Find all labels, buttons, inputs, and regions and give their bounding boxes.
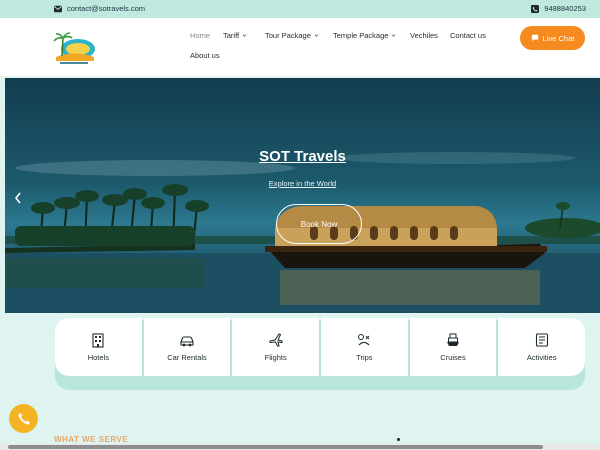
phone-contact[interactable]: 9488840253 — [531, 4, 586, 13]
chat-bubble-icon — [531, 34, 538, 42]
nav-item-tour-package[interactable]: Tour Package — [265, 31, 319, 40]
call-floating-button[interactable] — [9, 404, 38, 433]
chevron-down-icon — [242, 34, 247, 37]
chevron-down-icon — [314, 34, 319, 37]
sot-travels-logo[interactable] — [50, 28, 98, 66]
email-contact[interactable]: contact@sotravels.com — [54, 4, 145, 13]
trip-icon — [358, 334, 370, 346]
hero-title: SOT Travels — [259, 148, 346, 165]
hero-banner: SOT Travels Explore in the World Book No… — [5, 78, 600, 313]
nav-item-vechiles[interactable]: Vechiles — [410, 31, 438, 40]
car-icon — [180, 336, 194, 347]
services-bar: Hotels Car Rentals Flights Trips Cruises… — [55, 318, 586, 376]
navbar: Home Tariff Tour Package Temple Package … — [0, 18, 600, 76]
decorative-dot — [397, 438, 400, 441]
hero-backwater-image — [5, 152, 600, 313]
service-trips[interactable]: Trips — [321, 318, 408, 376]
email-text: contact@sotravels.com — [67, 4, 146, 13]
phone-text: 9488840253 — [544, 4, 586, 13]
top-contact-bar: contact@sotravels.com 9488840253 — [0, 0, 600, 18]
nav-item-about-us[interactable]: About us — [190, 51, 220, 60]
live-chat-button[interactable]: Live Chat — [520, 26, 585, 50]
book-now-button[interactable]: Book Now — [276, 204, 362, 244]
scrollbar-thumb[interactable] — [8, 445, 543, 449]
mail-icon — [54, 5, 62, 12]
flight-icon — [269, 333, 283, 347]
chevron-down-icon — [392, 34, 396, 37]
nav-item-home[interactable]: Home — [190, 31, 210, 40]
nav-item-contact-us[interactable]: Contact us — [450, 31, 486, 40]
cruise-icon — [447, 333, 460, 346]
service-cruises[interactable]: Cruises — [409, 318, 497, 376]
activities-icon — [535, 333, 548, 347]
hotel-icon — [92, 333, 104, 348]
phone-icon — [531, 4, 540, 13]
service-flights[interactable]: Flights — [232, 318, 320, 376]
service-activities[interactable]: Activities — [498, 318, 586, 376]
hero-subtitle[interactable]: Explore in the World — [5, 179, 600, 188]
service-car-rentals[interactable]: Car Rentals — [143, 318, 231, 376]
service-hotels[interactable]: Hotels — [55, 318, 142, 376]
nav-item-tariff[interactable]: Tariff — [223, 31, 247, 40]
slider-prev-arrow[interactable] — [13, 191, 23, 205]
what-we-serve-heading: WHAT WE SERVE — [54, 435, 129, 444]
nav-item-temple-package[interactable]: Temple Package — [333, 31, 396, 40]
phone-icon — [17, 412, 30, 425]
